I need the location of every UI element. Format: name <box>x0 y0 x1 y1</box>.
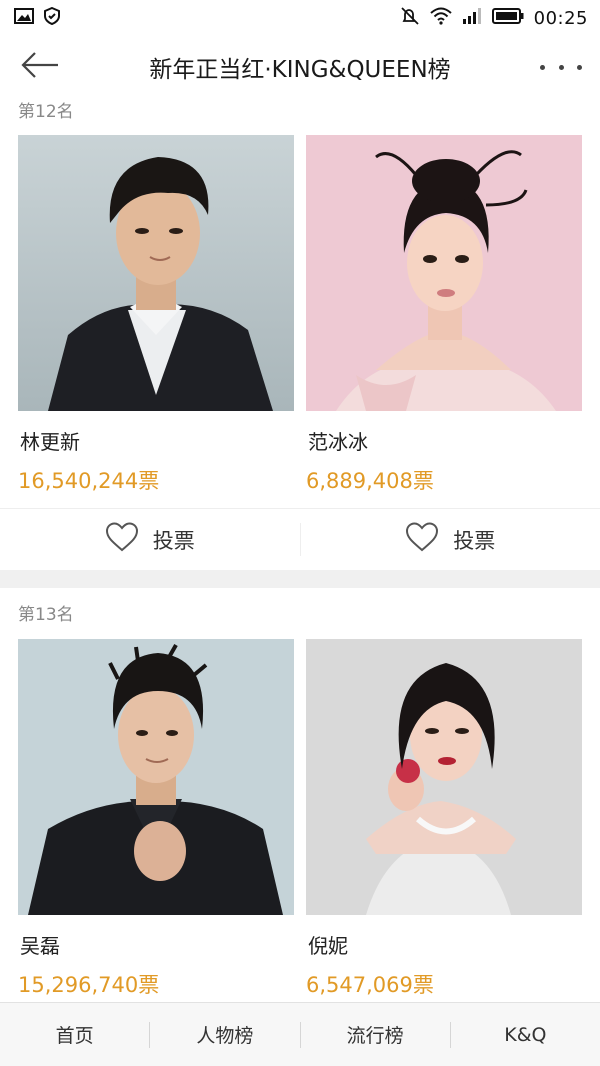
rank-label: 第13名 <box>18 605 74 625</box>
ranking-list[interactable]: 第12名 林更新 16,540,244票 范冰冰 6,889,408票 投票 投… <box>0 98 600 1002</box>
app-header: 新年正当红·KING&QUEEN榜 <box>0 36 600 98</box>
nav-king-queen[interactable]: K&Q <box>451 1003 600 1066</box>
rank-section-13: 第13名 吴磊 15,296,740票 倪妮 6,547,069票 <box>0 588 600 1002</box>
contestant-name: 范冰冰 <box>308 430 368 454</box>
contestant-photo[interactable] <box>18 135 294 411</box>
back-button[interactable] <box>14 48 66 86</box>
contestant-photo[interactable] <box>306 639 582 915</box>
section-divider <box>0 570 600 588</box>
image-notification-icon <box>14 8 34 28</box>
rank-label: 第12名 <box>18 102 74 122</box>
vote-button[interactable]: 投票 <box>0 509 300 570</box>
more-dot-icon <box>558 64 564 70</box>
status-bar: 00:25 <box>0 0 600 36</box>
more-dot-icon <box>577 64 582 70</box>
contestant-card-lin[interactable]: 林更新 16,540,244票 <box>18 135 294 495</box>
more-options-button[interactable] <box>540 56 582 78</box>
more-dot-icon <box>540 64 545 70</box>
nav-trending-chart[interactable]: 流行榜 <box>301 1003 450 1066</box>
battery-icon <box>491 8 524 28</box>
mute-icon <box>400 6 420 30</box>
contestant-photo[interactable] <box>306 135 582 411</box>
contestant-card-fan[interactable]: 范冰冰 6,889,408票 <box>306 135 582 495</box>
vote-actions: 投票 投票 <box>0 508 600 570</box>
contestant-name: 林更新 <box>20 430 80 454</box>
page-title: 新年正当红·KING&QUEEN榜 <box>149 57 451 83</box>
status-time: 00:25 <box>533 7 588 29</box>
contestant-card-ni[interactable]: 倪妮 6,547,069票 <box>306 639 582 999</box>
contestant-card-wu[interactable]: 吴磊 15,296,740票 <box>18 639 294 999</box>
rank-section-12: 第12名 林更新 16,540,244票 范冰冰 6,889,408票 投票 投… <box>0 98 600 570</box>
vote-button[interactable]: 投票 <box>301 509 600 570</box>
shield-notification-icon <box>44 6 60 29</box>
heart-icon <box>405 522 439 557</box>
vote-count: 6,889,408票 <box>306 469 434 493</box>
vote-button-label: 投票 <box>152 528 195 553</box>
heart-icon <box>105 522 139 557</box>
contestant-name: 倪妮 <box>308 934 348 958</box>
vote-button-label: 投票 <box>453 528 496 553</box>
vote-count: 15,296,740票 <box>18 973 160 997</box>
arrow-left-icon <box>20 51 60 83</box>
signal-icon <box>462 8 482 28</box>
wifi-icon <box>429 7 452 29</box>
nav-home[interactable]: 首页 <box>0 1003 149 1066</box>
vote-count: 16,540,244票 <box>18 469 160 493</box>
contestant-photo[interactable] <box>18 639 294 915</box>
nav-people-chart[interactable]: 人物榜 <box>150 1003 299 1066</box>
bottom-navigation: 首页 人物榜 流行榜 K&Q <box>0 1002 600 1066</box>
contestant-name: 吴磊 <box>20 934 60 958</box>
vote-count: 6,547,069票 <box>306 973 434 997</box>
